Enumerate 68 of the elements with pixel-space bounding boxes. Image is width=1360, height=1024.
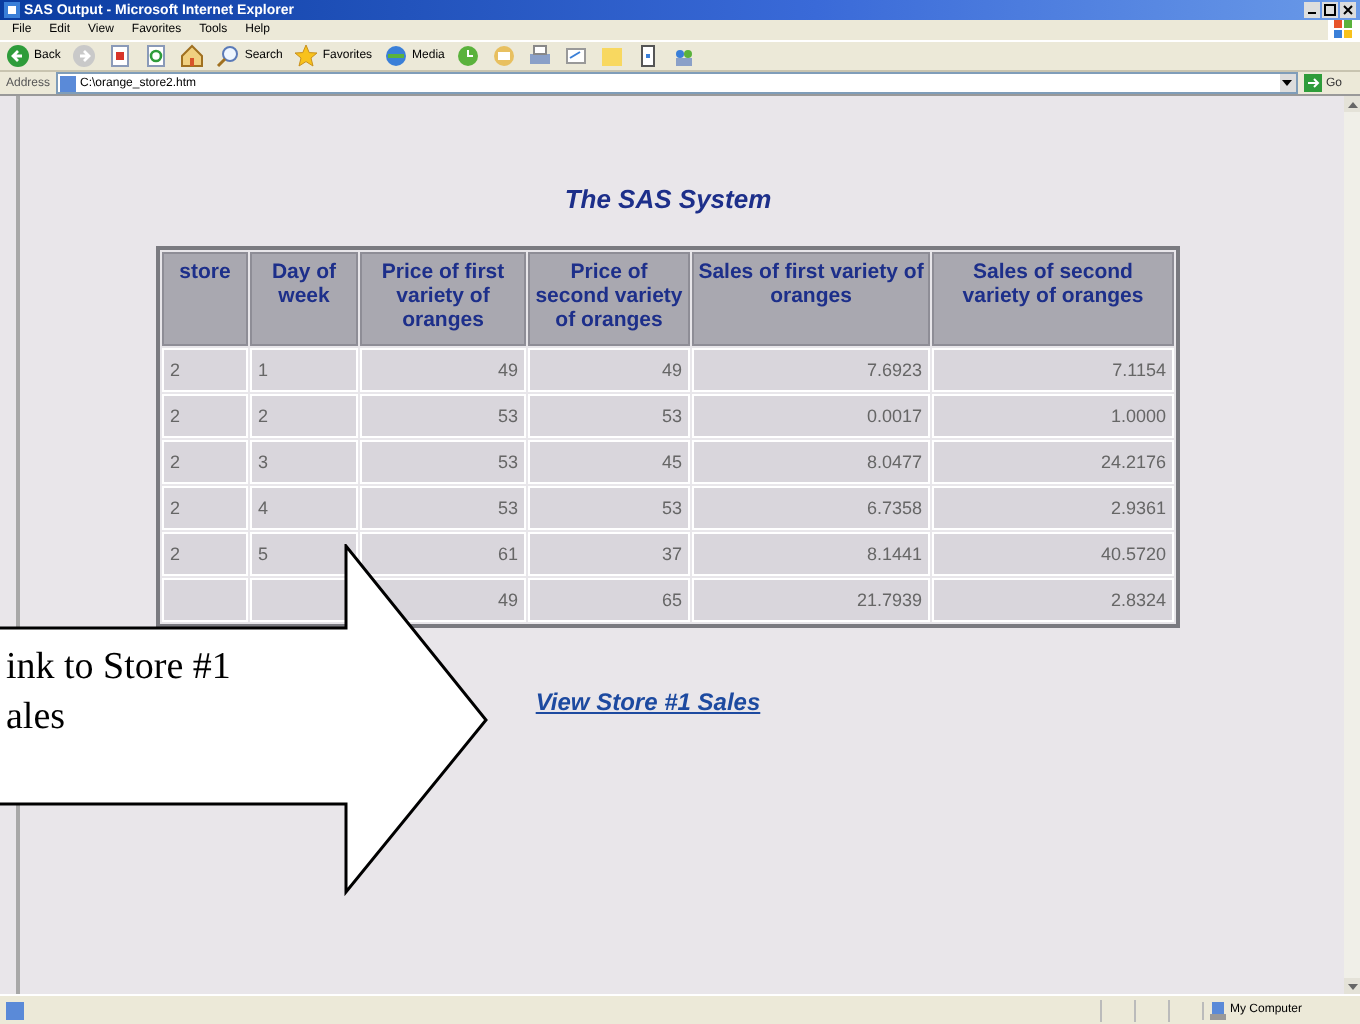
table-cell: 2 (162, 440, 248, 484)
down-arrow-icon (1347, 983, 1357, 989)
table-cell: 24.2176 (932, 440, 1174, 484)
table-cell: 40.5720 (932, 532, 1174, 576)
column-header: Sales of first variety of oranges (692, 252, 930, 346)
page-icon (6, 1001, 24, 1019)
table-cell: 1.0000 (932, 394, 1174, 438)
table-cell: 8.0477 (692, 440, 930, 484)
table-cell: 1 (250, 348, 358, 392)
edit-button[interactable] (564, 44, 589, 68)
table-cell: 2 (162, 348, 248, 392)
table-cell: 53 (360, 394, 526, 438)
table-cell: 5 (250, 532, 358, 576)
table-cell: 65 (528, 578, 690, 622)
table-cell: 7.1154 (932, 348, 1174, 392)
table-cell: 2.9361 (932, 486, 1174, 530)
caret-icon (1282, 80, 1293, 86)
column-header: Sales of second variety of oranges (932, 252, 1174, 346)
table-cell: 53 (528, 486, 690, 530)
maximize-button[interactable] (1322, 2, 1338, 18)
table-cell: 2 (162, 486, 248, 530)
table-cell: 61 (360, 532, 526, 576)
page-icon (60, 75, 77, 91)
right-arrow-icon (1303, 74, 1322, 92)
stop-button[interactable] (108, 44, 133, 68)
table-cell: 2 (162, 532, 248, 576)
table-cell: 2.8324 (932, 578, 1174, 622)
scroll-up-button[interactable] (1344, 96, 1360, 112)
maximize-icon (1324, 4, 1336, 16)
column-header: Price of first variety of oranges (360, 252, 526, 346)
table-cell: 2 (162, 394, 248, 438)
table-cell: 6.7358 (692, 486, 930, 530)
print-button[interactable] (528, 44, 553, 68)
table-cell: 49 (528, 348, 690, 392)
table-cell: 4 (250, 486, 358, 530)
phone-button[interactable] (636, 44, 661, 68)
table-cell: 7.6923 (692, 348, 930, 392)
messenger-button[interactable] (672, 44, 697, 68)
page-title: The SAS System (564, 184, 772, 214)
table-cell: 53 (360, 440, 526, 484)
column-header: Day of week (250, 252, 358, 346)
scroll-down-button[interactable] (1344, 978, 1360, 994)
table-cell: 37 (528, 532, 690, 576)
table-cell: 21.7939 (692, 578, 930, 622)
close-button[interactable] (1340, 2, 1356, 18)
up-arrow-icon (1347, 101, 1357, 107)
close-icon (1342, 4, 1354, 16)
table-cell: 2 (250, 394, 358, 438)
computer-icon (1210, 1001, 1226, 1019)
table-cell: 45 (528, 440, 690, 484)
search-icon (216, 44, 241, 68)
column-header: Price of second variety of oranges (528, 252, 690, 346)
history-button[interactable] (456, 44, 481, 68)
callout-text: ink to Store #1 ales (6, 644, 231, 742)
table-cell: 53 (528, 394, 690, 438)
table-cell: 8.1441 (692, 532, 930, 576)
home-button[interactable] (180, 44, 205, 68)
table-cell: 0.0017 (692, 394, 930, 438)
minimize-button[interactable] (1304, 2, 1320, 18)
star-icon (294, 44, 319, 68)
table-cell: 53 (360, 486, 526, 530)
table-cell: 3 (250, 440, 358, 484)
view-sales-link[interactable]: View Store #1 Sales (535, 688, 761, 716)
refresh-button[interactable] (144, 44, 169, 68)
column-header: store (162, 252, 248, 346)
browser-logo-icon (4, 2, 20, 18)
table-cell: 49 (360, 348, 526, 392)
globe-icon (384, 44, 409, 68)
